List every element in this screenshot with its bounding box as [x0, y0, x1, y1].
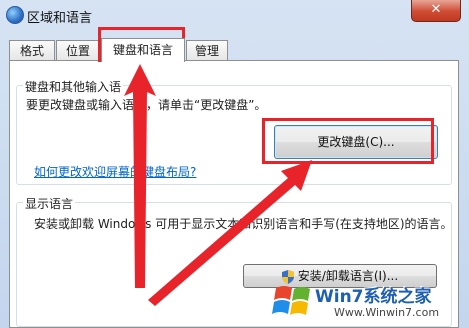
globe-icon	[6, 6, 24, 24]
welcome-screen-layout-link[interactable]: 如何更改欢迎屏幕的键盘布局?	[34, 163, 196, 180]
keyboard-description: 要更改键盘或输入语言，请单击“更改键盘”。	[26, 98, 267, 112]
window-title: 区域和语言	[27, 11, 93, 26]
title-bar: 区域和语言 ✕	[0, 0, 469, 30]
tab-administrative[interactable]: 管理	[186, 40, 228, 61]
region-language-dialog: 区域和语言 ✕ 格式 位置 键盘和语言 管理 键盘和其他输入语 要更改键盘或输入…	[0, 0, 469, 328]
watermark-url: Www.Winwin7.com	[334, 306, 440, 319]
watermark-title: Win7系统之家	[315, 287, 432, 307]
watermark: Win7系统之家 Www.Winwin7.com	[270, 276, 469, 328]
tab-keyboards-languages[interactable]: 键盘和语言	[101, 38, 185, 62]
display-language-group-title: 显示语言	[23, 195, 76, 212]
tab-location[interactable]: 位置	[56, 40, 100, 61]
tab-formats[interactable]: 格式	[9, 40, 55, 61]
display-language-description: 安装或卸载 Windows 可用于显示文本和识别语言和手写(在支持地区)的语言。	[34, 217, 453, 231]
windows-logo-icon	[272, 286, 310, 315]
keyboard-group: 键盘和其他输入语 要更改键盘或输入语言，请单击“更改键盘”。 更改键盘(C)..…	[16, 78, 452, 185]
close-button[interactable]: ✕	[411, 0, 461, 22]
change-keyboards-button[interactable]: 更改键盘(C)...	[274, 125, 438, 159]
keyboard-group-title: 键盘和其他输入语	[23, 78, 124, 95]
